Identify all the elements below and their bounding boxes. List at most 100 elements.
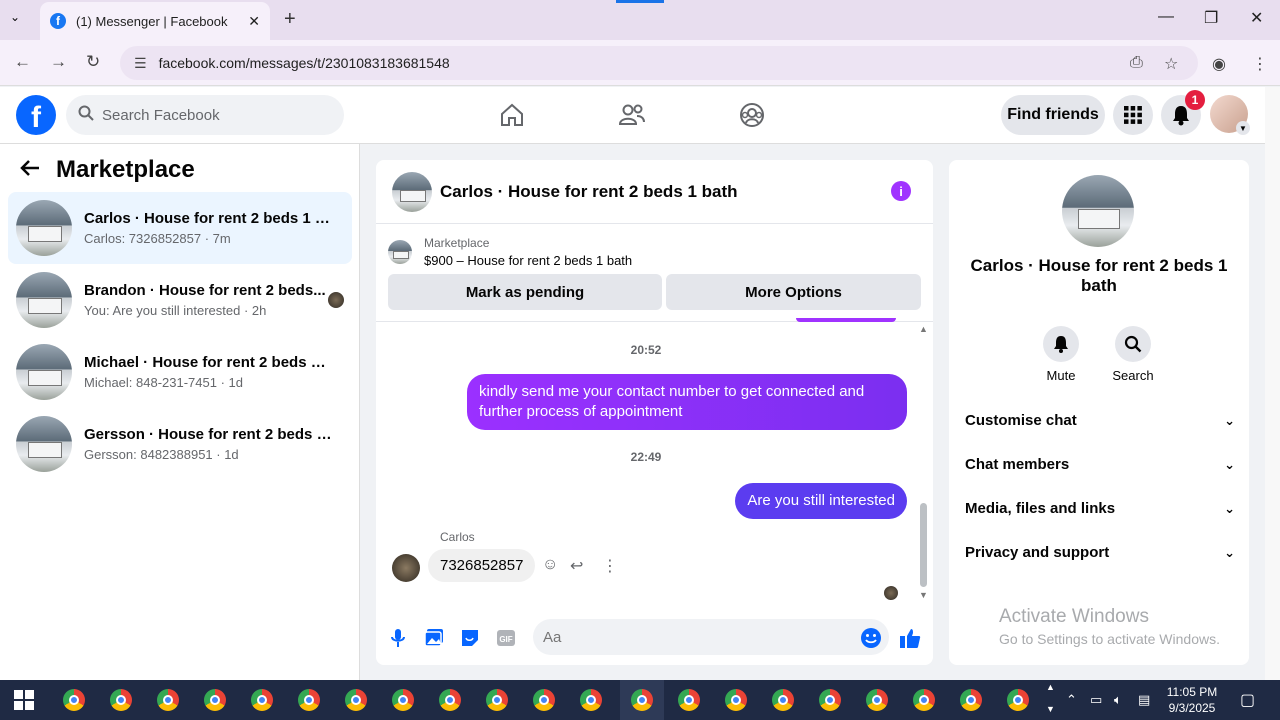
profile-icon[interactable]: ◉: [1212, 54, 1226, 74]
battery-icon[interactable]: ▭: [1090, 692, 1102, 708]
find-friends-button[interactable]: Find friends: [1001, 95, 1105, 135]
chrome-icon[interactable]: [439, 689, 461, 711]
back-arrow-icon[interactable]: [20, 157, 40, 183]
chrome-icon[interactable]: [960, 689, 982, 711]
page-scrollbar[interactable]: [1265, 87, 1280, 680]
taskbar-scroll-down-icon[interactable]: ▼: [1046, 704, 1055, 714]
chrome-icon[interactable]: [345, 689, 367, 711]
row-label: Privacy and support: [965, 544, 1110, 561]
chrome-icon[interactable]: [1007, 689, 1029, 711]
chrome-icon[interactable]: [110, 689, 132, 711]
chrome-icon[interactable]: [913, 689, 935, 711]
chrome-icon[interactable]: [678, 689, 700, 711]
new-tab-icon[interactable]: +: [284, 8, 296, 31]
chat-info-name: Carlos · House for rent 2 beds 1 bath: [970, 256, 1228, 295]
mark-as-pending-button[interactable]: Mark as pending: [388, 274, 662, 310]
chevron-down-icon: ⌄: [1224, 456, 1235, 472]
chrome-icon[interactable]: [772, 689, 794, 711]
chrome-icon[interactable]: [298, 689, 320, 711]
windows-start-icon[interactable]: [14, 690, 34, 710]
restore-icon[interactable]: ❐: [1204, 8, 1218, 28]
row-label: Customise chat: [965, 412, 1077, 429]
tab-close-icon[interactable]: ✕: [248, 13, 260, 30]
chrome-icon[interactable]: [631, 689, 653, 711]
chat-info-avatar[interactable]: [1062, 175, 1134, 247]
minimize-icon[interactable]: —: [1158, 8, 1174, 26]
forward-arrow-icon[interactable]: →: [50, 52, 67, 72]
thumbs-up-icon[interactable]: [898, 626, 922, 650]
chat-members-row[interactable]: Chat members ⌄: [965, 456, 1235, 473]
network-icon[interactable]: ▤: [1138, 692, 1150, 708]
search-chat-button[interactable]: Search: [1103, 326, 1163, 383]
chrome-icon[interactable]: [204, 689, 226, 711]
volume-icon[interactable]: 🔈︎: [1114, 692, 1122, 708]
site-info-icon[interactable]: ☰: [134, 55, 147, 72]
browser-tab[interactable]: f (1) Messenger | Facebook ✕: [40, 2, 270, 40]
marketplace-listing[interactable]: Marketplace $900 – House for rent 2 beds…: [388, 236, 632, 268]
back-arrow-icon[interactable]: ←: [14, 52, 31, 72]
chat-header[interactable]: Carlos · House for rent 2 beds 1 bath i: [376, 160, 933, 224]
emoji-icon[interactable]: [859, 626, 883, 650]
notification-center-icon[interactable]: ▢: [1240, 690, 1255, 710]
outgoing-message[interactable]: kindly send me your contact number to ge…: [467, 374, 907, 430]
home-icon[interactable]: [496, 99, 528, 131]
chrome-icon[interactable]: [819, 689, 841, 711]
show-hidden-icons-icon[interactable]: ⌃: [1066, 692, 1077, 708]
scrollbar-thumb[interactable]: [920, 503, 927, 587]
timestamp: 20:52: [630, 343, 662, 357]
customise-chat-row[interactable]: Customise chat ⌄: [965, 412, 1235, 429]
chrome-icon[interactable]: [725, 689, 747, 711]
reload-icon[interactable]: ↻: [86, 52, 100, 72]
menu-grid-icon[interactable]: [1113, 95, 1153, 135]
gif-icon[interactable]: GIF: [494, 626, 518, 650]
conversation-item[interactable]: Gersson · House for rent 2 beds 1 ... Ge…: [8, 408, 352, 480]
search-label: Search: [1112, 368, 1154, 383]
account-caret-icon[interactable]: ▼: [1236, 121, 1250, 135]
react-emoji-icon[interactable]: ☺: [542, 556, 558, 574]
taskbar-clock[interactable]: 11:05 PM 9/3/2025: [1162, 684, 1222, 716]
microphone-icon[interactable]: [386, 626, 410, 650]
conversation-item[interactable]: Carlos · House for rent 2 beds 1 bath Ca…: [8, 192, 352, 264]
reply-icon[interactable]: ↩: [570, 556, 583, 576]
more-actions-icon[interactable]: ⋮: [602, 556, 618, 576]
window-close-icon[interactable]: ✕: [1250, 8, 1263, 28]
install-app-icon[interactable]: ⎙: [1130, 54, 1143, 72]
chrome-icon[interactable]: [486, 689, 508, 711]
clock-time: 11:05 PM: [1166, 685, 1218, 699]
browser-menu-icon[interactable]: ⋮: [1252, 54, 1268, 74]
conversation-name: Gersson · House for rent 2 beds 1 ...: [84, 426, 334, 443]
chrome-icon[interactable]: [533, 689, 555, 711]
friends-icon[interactable]: [616, 99, 648, 131]
photo-icon[interactable]: [422, 626, 446, 650]
more-options-button[interactable]: More Options: [666, 274, 921, 310]
taskbar-scroll-up-icon[interactable]: ▲: [1046, 682, 1055, 692]
conversation-item[interactable]: Brandon · House for rent 2 beds... You: …: [8, 264, 352, 336]
facebook-search[interactable]: Search Facebook: [66, 95, 344, 135]
chrome-icon[interactable]: [866, 689, 888, 711]
chrome-icon[interactable]: [251, 689, 273, 711]
chrome-icon[interactable]: [157, 689, 179, 711]
groups-icon[interactable]: [736, 99, 768, 131]
scroll-down-icon[interactable]: ▼: [919, 590, 928, 600]
conversation-item[interactable]: Michael · House for rent 2 beds 1 ... Mi…: [8, 336, 352, 408]
bookmark-star-icon[interactable]: ☆: [1164, 54, 1178, 74]
media-files-links-row[interactable]: Media, files and links ⌄: [965, 500, 1235, 517]
sender-avatar[interactable]: [392, 554, 420, 582]
facebook-logo-icon[interactable]: f: [16, 95, 56, 135]
chrome-icon[interactable]: [63, 689, 85, 711]
sidebar-header: Marketplace: [20, 156, 195, 184]
scroll-up-icon[interactable]: ▲: [919, 324, 928, 334]
address-bar[interactable]: ☰ facebook.com/messages/t/23010831836815…: [120, 46, 1198, 80]
listing-thumbnail: [16, 344, 72, 400]
message-input[interactable]: [533, 619, 889, 655]
privacy-support-row[interactable]: Privacy and support ⌄: [965, 544, 1235, 561]
outgoing-message[interactable]: Are you still interested: [735, 483, 907, 519]
chrome-icon[interactable]: [392, 689, 414, 711]
tab-search-icon[interactable]: ⌄: [10, 10, 20, 24]
mute-button[interactable]: Mute: [1031, 326, 1091, 383]
info-icon[interactable]: i: [891, 181, 911, 201]
chrome-icon[interactable]: [580, 689, 602, 711]
incoming-message[interactable]: 7326852857: [428, 549, 536, 582]
sticker-icon[interactable]: [458, 626, 482, 650]
row-label: Media, files and links: [965, 500, 1116, 517]
